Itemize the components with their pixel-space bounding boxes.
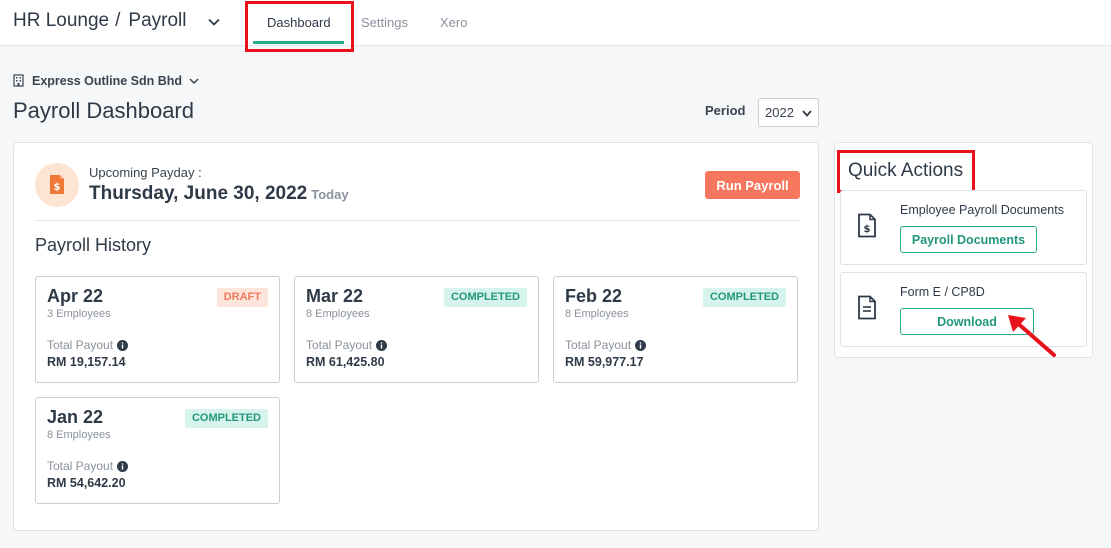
payroll-documents-button[interactable]: Payroll Documents (900, 226, 1037, 253)
svg-text:$: $ (864, 224, 871, 235)
payroll-card-mar-22[interactable]: Mar 22 8 Employees COMPLETED Total Payou… (294, 276, 539, 383)
quick-action-label: Form E / CP8D (900, 285, 985, 299)
total-payout-text: Total Payout (47, 459, 114, 473)
breadcrumb: HR Lounge / Payroll (13, 10, 186, 32)
payroll-month: Feb 22 (565, 286, 623, 306)
info-icon[interactable] (117, 340, 129, 351)
highlight-box-dashboard-tab (245, 1, 354, 52)
chevron-down-icon[interactable] (207, 15, 221, 29)
payroll-month: Mar 22 (306, 286, 364, 306)
total-payout-amount: RM 19,157.14 (47, 355, 126, 369)
total-payout-label: Total Payout (47, 338, 129, 352)
top-bar: HR Lounge / Payroll Dashboard Settings Xer… (0, 0, 1111, 46)
total-payout-label: Total Payout (565, 338, 647, 352)
payroll-month: Apr 22 (47, 286, 104, 306)
tab-settings[interactable]: Settings (361, 15, 408, 30)
run-payroll-button[interactable]: Run Payroll (705, 171, 800, 199)
tab-xero[interactable]: Xero (440, 15, 467, 30)
status-badge: COMPLETED (702, 288, 786, 307)
total-payout-amount: RM 54,642.20 (47, 476, 126, 490)
payroll-month: Jan 22 (47, 407, 104, 427)
quick-action-label: Employee Payroll Documents (900, 203, 1064, 217)
total-payout-text: Total Payout (306, 338, 373, 352)
svg-text:$: $ (54, 182, 61, 193)
employee-count: 8 Employees (306, 308, 370, 320)
upcoming-payday-label: Upcoming Payday : (89, 165, 202, 180)
total-payout-text: Total Payout (47, 338, 114, 352)
employee-count: 8 Employees (565, 308, 629, 320)
payroll-card-jan-22[interactable]: Jan 22 8 Employees COMPLETED Total Payou… (35, 397, 280, 504)
payroll-card-apr-22[interactable]: Apr 22 3 Employees DRAFT Total Payout RM… (35, 276, 280, 383)
payday-relative: Today (311, 187, 349, 202)
employee-count: 8 Employees (47, 429, 111, 441)
red-arrow-annotation (1008, 315, 1056, 357)
divider (35, 220, 800, 221)
invoice-dollar-icon: $ (50, 175, 64, 194)
status-badge: DRAFT (216, 288, 268, 307)
period-value: 2022 (765, 105, 794, 120)
total-payout-amount: RM 61,425.80 (306, 355, 385, 369)
total-payout-text: Total Payout (565, 338, 632, 352)
employee-count: 3 Employees (47, 308, 111, 320)
quick-action-payroll-documents: $ Employee Payroll Documents Payroll Doc… (840, 190, 1087, 265)
total-payout-label: Total Payout (306, 338, 388, 352)
status-badge: COMPLETED (443, 288, 527, 307)
app-name[interactable]: HR Lounge (13, 10, 109, 31)
payroll-history-title: Payroll History (35, 235, 152, 255)
payday-icon: $ (35, 163, 79, 207)
payroll-card: $ Upcoming Payday : Thursday, June 30, 2… (13, 142, 819, 531)
invoice-dollar-icon: $ (858, 213, 876, 238)
breadcrumb-separator: / (115, 10, 121, 31)
company-name: Express Outline Sdn Bhd (32, 74, 183, 88)
upcoming-payday-date: Thursday, June 30, 2022 Today (89, 183, 349, 205)
payroll-card-feb-22[interactable]: Feb 22 8 Employees COMPLETED Total Payou… (553, 276, 798, 383)
info-icon[interactable] (376, 340, 388, 351)
info-icon[interactable] (635, 340, 647, 351)
total-payout-amount: RM 59,977.17 (565, 355, 644, 369)
document-icon (858, 295, 876, 320)
info-icon[interactable] (117, 461, 129, 472)
status-badge: COMPLETED (184, 409, 268, 428)
building-icon (13, 74, 24, 87)
chevron-down-icon (189, 78, 199, 85)
total-payout-label: Total Payout (47, 459, 129, 473)
period-select[interactable]: 2022 (758, 98, 819, 127)
highlight-box-quick-actions (837, 150, 975, 193)
chevron-down-icon (802, 110, 812, 117)
payday-date-text: Thursday, June 30, 2022 (89, 183, 308, 204)
module-name[interactable]: Payroll (128, 10, 186, 31)
page-title: Payroll Dashboard (13, 98, 194, 123)
company-selector[interactable]: Express Outline Sdn Bhd (13, 74, 200, 88)
period-label: Period (705, 103, 746, 118)
